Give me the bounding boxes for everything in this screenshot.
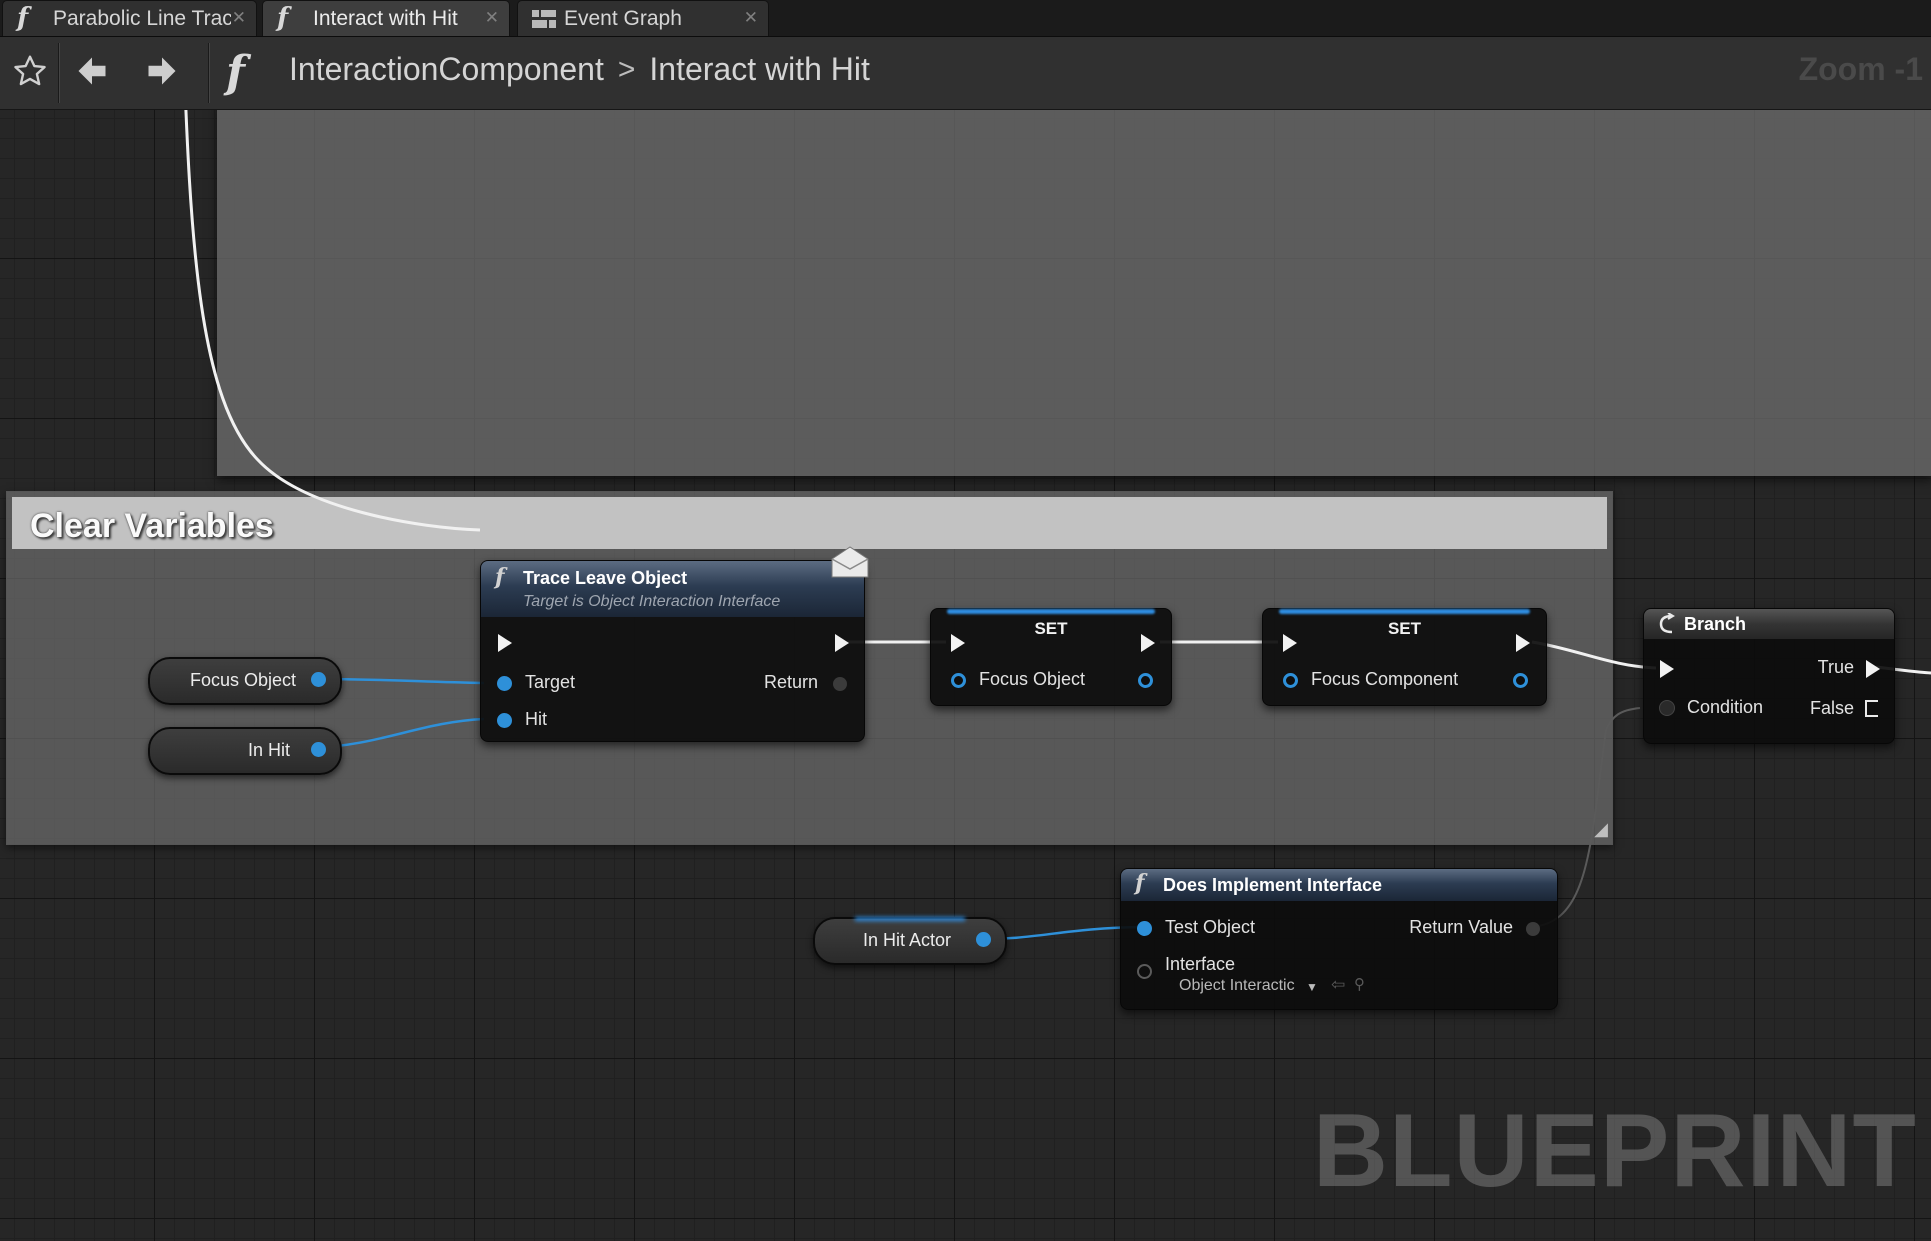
exec-output-pin[interactable] bbox=[1516, 634, 1530, 652]
focus-object-input-pin[interactable] bbox=[951, 673, 966, 688]
variable-output-pin[interactable] bbox=[311, 672, 326, 687]
variable-label: Focus Object bbox=[190, 670, 297, 690]
branch-icon bbox=[1659, 613, 1675, 634]
pin-label: Interface bbox=[1165, 954, 1236, 974]
node-title: SET bbox=[1387, 619, 1422, 638]
chevron-down-icon[interactable]: ▼ bbox=[1306, 980, 1318, 994]
node-trace-leave-object[interactable]: f Trace Leave Object Target is Object In… bbox=[480, 546, 869, 742]
graph-toolbar: f InteractionComponent > Interact with H… bbox=[0, 37, 1931, 110]
variable-focus-object[interactable]: Focus Object bbox=[148, 657, 342, 705]
node-title: Branch bbox=[1684, 614, 1747, 634]
pin-label: Focus Object bbox=[979, 669, 1086, 689]
function-icon: f bbox=[226, 47, 245, 98]
exec-input-pin[interactable] bbox=[498, 634, 512, 652]
hit-pin[interactable] bbox=[497, 713, 512, 728]
variable-output-pin[interactable] bbox=[311, 742, 326, 757]
exec-output-pin[interactable] bbox=[1141, 634, 1155, 652]
use-selected-arrow-icon[interactable]: ⇦ bbox=[1331, 975, 1345, 995]
pin-label: True bbox=[1817, 657, 1854, 677]
breadcrumb-item-interactioncomponent[interactable]: InteractionComponent bbox=[289, 51, 604, 88]
node-title: Does Implement Interface bbox=[1163, 875, 1383, 895]
zoom-level: Zoom -1 bbox=[1798, 51, 1923, 87]
variable-label: In Hit Actor bbox=[863, 930, 952, 950]
focus-component-input-pin[interactable] bbox=[1283, 673, 1298, 688]
interface-pin[interactable] bbox=[1137, 964, 1152, 979]
return-pin[interactable] bbox=[833, 677, 847, 691]
interface-value-select[interactable]: Object Interactic bbox=[1179, 977, 1295, 995]
exec-wire-incoming[interactable] bbox=[183, 110, 481, 532]
pin-label: Return bbox=[763, 672, 818, 692]
node-does-implement-interface[interactable]: f Does Implement Interface Test Object R… bbox=[1120, 868, 1558, 1010]
event-graph-icon bbox=[532, 10, 556, 28]
exec-input-pin[interactable] bbox=[1283, 634, 1297, 652]
pin-label: Target bbox=[525, 672, 576, 692]
back-button[interactable] bbox=[70, 49, 114, 93]
node-title: Trace Leave Object bbox=[523, 568, 688, 588]
node-branch[interactable]: Branch True Condition False bbox=[1643, 608, 1895, 744]
focus-component-output-pin[interactable] bbox=[1513, 673, 1528, 688]
function-icon: f bbox=[1135, 870, 1145, 896]
arrow-right-icon bbox=[148, 57, 176, 85]
pin-label: Test Object bbox=[1165, 917, 1256, 937]
tab-interact-with-hit[interactable]: f Interact with Hit ✕ bbox=[262, 0, 510, 36]
node-set-focus-component[interactable]: SET Focus Component bbox=[1262, 608, 1547, 706]
arrow-left-icon bbox=[78, 57, 106, 85]
browse-search-icon[interactable]: ⚲ bbox=[1354, 975, 1365, 993]
node-title: SET bbox=[1034, 619, 1068, 638]
function-icon: f bbox=[277, 3, 289, 33]
chevron-right-icon: > bbox=[617, 52, 636, 86]
variable-in-hit[interactable]: In Hit bbox=[148, 727, 342, 775]
variable-in-hit-actor[interactable]: In Hit Actor bbox=[813, 917, 1007, 965]
exec-input-pin[interactable] bbox=[951, 634, 965, 652]
breadcrumb-item-interact-with-hit[interactable]: Interact with Hit bbox=[649, 51, 870, 88]
star-icon bbox=[14, 55, 46, 86]
exec-output-pin[interactable] bbox=[835, 634, 849, 652]
function-icon: f bbox=[17, 3, 29, 33]
breadcrumb: InteractionComponent > Interact with Hit bbox=[289, 51, 870, 88]
node-set-focus-object[interactable]: SET Focus Object bbox=[930, 608, 1172, 706]
exec-true-pin[interactable] bbox=[1866, 660, 1880, 678]
message-icon bbox=[831, 546, 869, 578]
tab-event-graph[interactable]: Event Graph ✕ bbox=[517, 0, 769, 36]
blueprint-watermark: BLUEPRINT bbox=[1312, 1093, 1917, 1209]
variable-label: In Hit bbox=[247, 740, 290, 760]
favorite-button[interactable] bbox=[8, 49, 52, 93]
forward-button[interactable] bbox=[140, 49, 184, 93]
tab-label: Parabolic Line Trac bbox=[53, 6, 231, 30]
pin-label: Focus Component bbox=[1311, 669, 1459, 689]
tab-bar: f Parabolic Line Trac ✕ f Interact with … bbox=[0, 0, 1931, 37]
test-object-pin[interactable] bbox=[1137, 921, 1152, 936]
pin-label: Return Value bbox=[1409, 917, 1513, 937]
pin-label: False bbox=[1809, 698, 1854, 718]
close-icon[interactable]: ✕ bbox=[232, 8, 246, 28]
close-icon[interactable]: ✕ bbox=[744, 8, 758, 28]
condition-pin[interactable] bbox=[1659, 700, 1675, 716]
return-value-pin[interactable] bbox=[1526, 922, 1540, 936]
variable-output-pin[interactable] bbox=[976, 932, 991, 947]
function-icon: f bbox=[495, 564, 505, 590]
pin-label: Hit bbox=[525, 709, 547, 729]
exec-false-pin[interactable] bbox=[1865, 700, 1878, 717]
exec-input-pin[interactable] bbox=[1660, 660, 1674, 678]
tab-label: Interact with Hit bbox=[313, 6, 458, 30]
focus-object-output-pin[interactable] bbox=[1138, 673, 1153, 688]
pin-label: Condition bbox=[1687, 697, 1764, 717]
close-icon[interactable]: ✕ bbox=[485, 8, 499, 28]
tab-label: Event Graph bbox=[564, 6, 682, 30]
tab-parabolic-line-trace[interactable]: f Parabolic Line Trac ✕ bbox=[2, 0, 257, 36]
blueprint-graph[interactable]: Clear Variables ◢ f Trace Leave Object T… bbox=[0, 110, 1931, 1241]
target-pin[interactable] bbox=[497, 676, 512, 691]
node-subtitle: Target is Object Interaction Interface bbox=[523, 593, 781, 610]
